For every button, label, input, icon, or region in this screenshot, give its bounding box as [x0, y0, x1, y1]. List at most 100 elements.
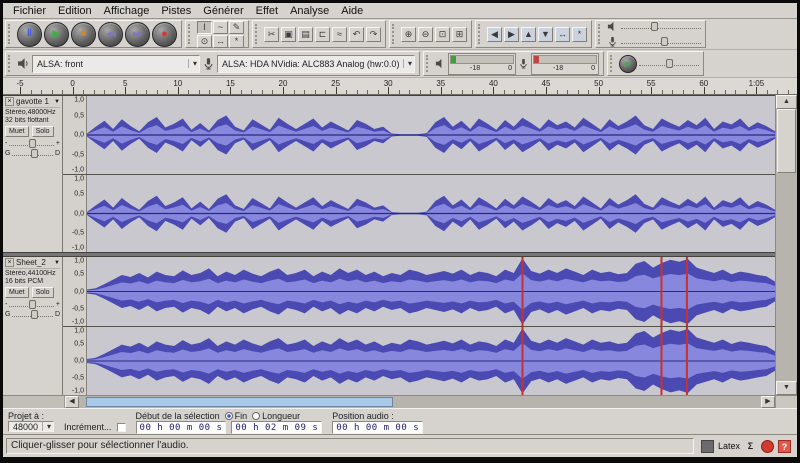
tool-button[interactable]: ▼ [538, 27, 553, 42]
scroll-left-button[interactable]: ◀ [65, 396, 79, 408]
tray-red-icon[interactable] [761, 440, 774, 453]
zoom-tool-button[interactable]: ⊙ [197, 35, 212, 48]
selection-start-field[interactable]: 00 h 00 m 00 s [136, 421, 227, 434]
vertical-scroll-track[interactable] [776, 109, 797, 381]
toolbar-grip[interactable] [392, 24, 397, 44]
paste-button[interactable]: ▤ [298, 27, 313, 42]
horizontal-scroll-track[interactable] [79, 396, 761, 408]
playback-speed-slider[interactable] [639, 62, 699, 66]
recording-meter[interactable]: -18 0 [531, 53, 599, 75]
track-menu-button[interactable]: ▼ [54, 260, 60, 266]
play-at-speed-button[interactable]: ▶ [619, 55, 637, 73]
track-menu-button[interactable]: ▼ [54, 99, 60, 105]
tray-sigma-icon[interactable]: Σ [744, 440, 757, 453]
vertical-scrollbar[interactable]: ▲ ▼ [775, 95, 797, 395]
toolbar-grip[interactable] [610, 55, 615, 72]
gain-slider[interactable]: - + [5, 301, 60, 308]
toolbar-grip[interactable] [255, 24, 260, 44]
track-close-button[interactable]: × [5, 258, 14, 267]
waveform-display[interactable] [87, 175, 775, 252]
mute-button[interactable]: Muet [5, 126, 29, 137]
solo-button[interactable]: Solo [32, 287, 54, 298]
pan-slider[interactable]: G D [5, 311, 60, 318]
mute-button[interactable]: Muet [5, 287, 29, 298]
horizontal-scrollbar[interactable]: ◀ ▶ [3, 395, 797, 408]
tool-button[interactable]: ◀ [487, 27, 502, 42]
scroll-up-button[interactable]: ▲ [776, 95, 797, 109]
menu-item-analyse[interactable]: Analyse [284, 5, 335, 17]
output-device-combo[interactable]: ALSA: front ▾ [32, 55, 200, 73]
zoom-out-button[interactable]: ⊖ [418, 27, 433, 42]
silence-button[interactable]: ≈ [332, 27, 347, 42]
track-name[interactable]: Sheet_2 [16, 258, 52, 267]
scroll-right-button[interactable]: ▶ [761, 396, 775, 408]
zoom-selection-button[interactable]: ⊡ [435, 27, 450, 42]
vertical-scroll-thumb[interactable] [777, 109, 796, 173]
project-rate-combo[interactable]: 48000 ▾ [8, 421, 54, 432]
tool-button[interactable]: ▶ [504, 27, 519, 42]
toolbar-grip[interactable] [188, 24, 193, 44]
zoom-selection-icon: ⊡ [439, 29, 447, 39]
zoom-in-button[interactable]: ⊕ [401, 27, 416, 42]
pause-button[interactable]: ‖ [17, 22, 42, 47]
skip-to-start-button[interactable]: ◀◀ [98, 22, 123, 47]
amplitude-ruler[interactable]: 1,0 0,5 0,0 -0,5 -1,0 [63, 257, 87, 326]
horizontal-scroll-thumb[interactable] [86, 397, 393, 407]
track-close-button[interactable]: × [5, 97, 14, 106]
menu-item-effet[interactable]: Effet [250, 5, 284, 17]
undo-button[interactable]: ↶ [349, 27, 364, 42]
input-device-combo[interactable]: ALSA: HDA NVidia: ALC883 Analog (hw:0.0)… [217, 55, 415, 73]
record-button[interactable]: ● [152, 22, 177, 47]
toolbar-grip[interactable] [426, 55, 431, 72]
zoom-fit-button[interactable]: ⊞ [452, 27, 467, 42]
selection-end-field[interactable]: 00 h 02 m 09 s [231, 421, 322, 434]
tool-button[interactable]: * [572, 27, 587, 42]
draw-tool-button[interactable]: ✎ [229, 21, 244, 34]
timeline-ruler[interactable]: -50510152025303540455055601:05 [3, 78, 797, 95]
toolbar-grip[interactable] [598, 24, 603, 44]
snap-checkbox[interactable] [117, 423, 126, 432]
audio-position-field[interactable]: 00 h 00 m 00 s [332, 421, 423, 434]
redo-button[interactable]: ↷ [366, 27, 381, 42]
waveform-display[interactable] [87, 257, 775, 326]
copy-button[interactable]: ▣ [281, 27, 296, 42]
gain-slider[interactable]: - + [5, 140, 60, 147]
scroll-down-button[interactable]: ▼ [776, 381, 797, 395]
tool-button[interactable]: ▲ [521, 27, 536, 42]
track-name[interactable]: gavotte 1 [16, 97, 52, 106]
menu-item-pistes[interactable]: Pistes [155, 5, 197, 17]
skip-to-end-button[interactable]: ▶▶ [125, 22, 150, 47]
radio-length[interactable]: Longueur [252, 411, 300, 421]
playback-meter[interactable]: -18 0 [448, 53, 516, 75]
waveform-display[interactable] [87, 96, 775, 174]
solo-button[interactable]: Solo [32, 126, 54, 137]
radio-end[interactable]: Fin [225, 411, 248, 421]
amplitude-ruler[interactable]: 1,0 0,5 0,0 -0,5 -1,0 [63, 327, 87, 395]
toolbar-grip[interactable] [8, 24, 13, 44]
multi-tool-button[interactable]: * [229, 35, 244, 48]
menu-item-aide[interactable]: Aide [335, 5, 369, 17]
pan-slider[interactable]: G D [5, 150, 60, 157]
menu-item-edition[interactable]: Edition [52, 5, 98, 17]
cut-button[interactable]: ✂ [264, 27, 279, 42]
tray-keyboard-icon[interactable] [701, 440, 714, 453]
input-volume-slider[interactable] [607, 36, 701, 47]
tool-button[interactable]: ↔ [555, 27, 570, 42]
amplitude-ruler[interactable]: 1,0 0,5 0,0 -0,5 -1,0 [63, 96, 87, 174]
amplitude-ruler[interactable]: 1,0 0,5 0,0 -0,5 -1,0 [63, 175, 87, 252]
menu-item-generer[interactable]: Générer [197, 5, 249, 17]
trim-button[interactable]: ⊏ [315, 27, 330, 42]
toolbar-grip[interactable] [8, 55, 13, 72]
stop-button[interactable]: ■ [71, 22, 96, 47]
menu-item-affichage[interactable]: Affichage [98, 5, 156, 17]
waveform-display[interactable] [87, 327, 775, 395]
tray-help-icon[interactable]: ? [778, 440, 791, 453]
toolbar-grip[interactable] [478, 24, 483, 44]
selection-tool-button[interactable]: I [197, 21, 212, 34]
play-button[interactable]: ▶ [44, 22, 69, 47]
keyboard-layout-indicator[interactable]: Latex [718, 441, 740, 451]
timeshift-tool-button[interactable]: ↔ [213, 35, 228, 48]
envelope-tool-button[interactable]: ~ [213, 21, 228, 34]
output-volume-slider[interactable] [607, 21, 701, 32]
menu-item-fichier[interactable]: Fichier [7, 5, 52, 17]
